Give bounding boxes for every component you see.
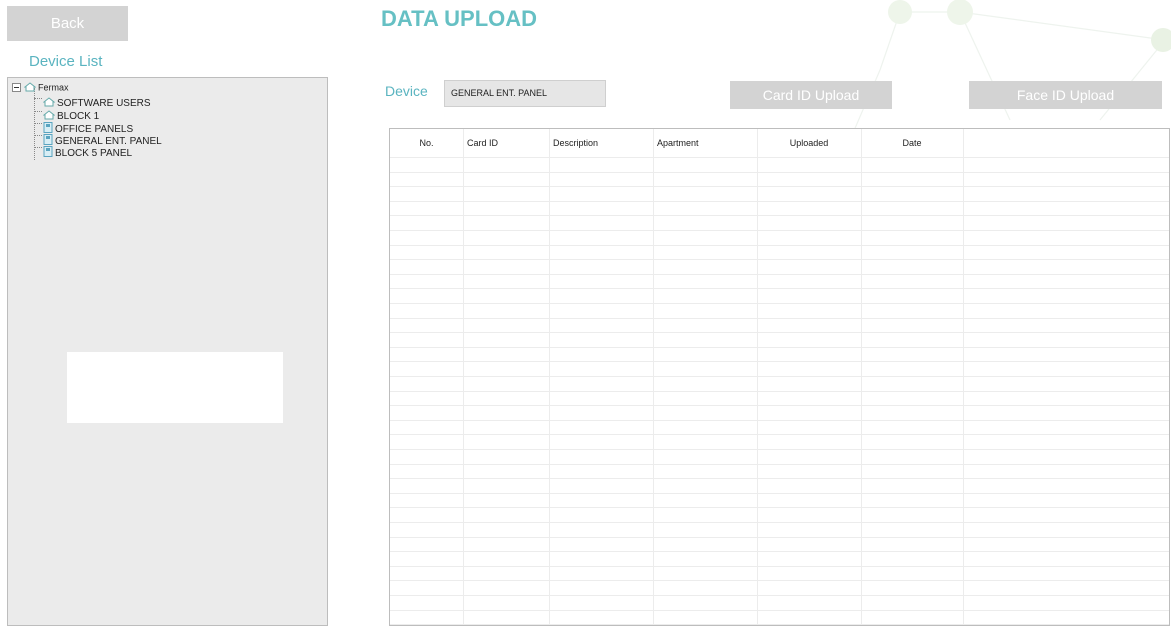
- device-field: GENERAL ENT. PANEL: [444, 80, 606, 107]
- grid-row-line: [390, 565, 1169, 567]
- grid-row-line: [390, 419, 1169, 421]
- tree-root-fermax[interactable]: Fermax: [12, 82, 69, 94]
- grid-row-line: [390, 478, 1169, 480]
- tree-connector: [34, 135, 42, 136]
- grid-row-line: [390, 463, 1169, 465]
- device-list-label: Device List: [29, 53, 103, 70]
- tree-connector: [34, 98, 42, 99]
- grid-row-line: [390, 551, 1169, 553]
- grid-row-line: [390, 157, 1169, 158]
- tree-connector: [34, 147, 42, 148]
- grid-row-line: [390, 609, 1169, 611]
- grid-row-line: [390, 580, 1169, 582]
- tree-item-block-5-panel[interactable]: BLOCK 5 PANEL: [43, 146, 132, 160]
- grid-row-line: [390, 536, 1169, 538]
- tree-item-label: BLOCK 5 PANEL: [55, 147, 133, 159]
- grid-row-line: [390, 624, 1169, 625]
- grid-row-line: [390, 346, 1169, 348]
- tree-item-label: OFFICE PANELS: [55, 123, 134, 135]
- column-header-description[interactable]: Description: [549, 129, 653, 157]
- tree-root-label: Fermax: [38, 82, 69, 93]
- page-title: DATA UPLOAD: [381, 6, 538, 31]
- grid-row-line: [390, 171, 1169, 173]
- card-id-upload-button[interactable]: Card ID Upload: [730, 81, 892, 109]
- grid-row-line: [390, 317, 1169, 319]
- grid-row-line: [390, 522, 1169, 523]
- tree-connector: [34, 123, 42, 124]
- back-button[interactable]: Back: [7, 6, 128, 41]
- grid-row-line: [390, 244, 1169, 246]
- tree-item-label: SOFTWARE USERS: [57, 98, 151, 110]
- collapse-icon[interactable]: [12, 82, 21, 94]
- tree-item-label: BLOCK 1: [57, 111, 100, 123]
- blank-overlay-box: [67, 352, 283, 423]
- grid-row-line: [390, 507, 1169, 509]
- grid-row-line: [390, 376, 1169, 377]
- grid-row-line: [390, 390, 1169, 392]
- device-tree[interactable]: Fermax SOFTWARE USERS BLOCK 1 OFFICE PAN…: [7, 77, 328, 626]
- column-header-date[interactable]: Date: [861, 129, 963, 157]
- tree-connector: [34, 111, 42, 112]
- grid-row-line: [390, 259, 1169, 261]
- grid-row-line: [390, 332, 1169, 334]
- house-icon: [23, 82, 36, 94]
- grid-row-line: [390, 492, 1169, 494]
- column-header-no[interactable]: No.: [390, 129, 463, 157]
- grid-row-line: [390, 273, 1169, 275]
- face-id-upload-button[interactable]: Face ID Upload: [969, 81, 1162, 109]
- column-header-apartment[interactable]: Apartment: [653, 129, 757, 157]
- grid-row-line: [390, 230, 1169, 231]
- grid-row-line: [390, 288, 1169, 290]
- panel-icon: [43, 146, 53, 160]
- grid-row-line: [390, 449, 1169, 450]
- tree-item-software-users[interactable]: SOFTWARE USERS: [42, 97, 151, 110]
- grid-row-line: [390, 186, 1169, 188]
- device-label: Device: [385, 83, 428, 99]
- grid-row-line: [390, 200, 1169, 202]
- grid-row-line: [390, 361, 1169, 363]
- grid-row-line: [390, 303, 1169, 304]
- house-icon: [42, 97, 56, 110]
- upload-data-grid[interactable]: No. Card ID Description Apartment Upload…: [389, 128, 1170, 626]
- tree-item-label: GENERAL ENT. PANEL: [55, 135, 162, 147]
- grid-row-line: [390, 215, 1169, 217]
- column-header-card-id[interactable]: Card ID: [463, 129, 549, 157]
- grid-header: No. Card ID Description Apartment Upload…: [390, 129, 1169, 157]
- grid-row-line: [390, 405, 1169, 407]
- column-header-uploaded[interactable]: Uploaded: [757, 129, 861, 157]
- grid-row-line: [390, 434, 1169, 436]
- grid-row-line: [390, 595, 1169, 596]
